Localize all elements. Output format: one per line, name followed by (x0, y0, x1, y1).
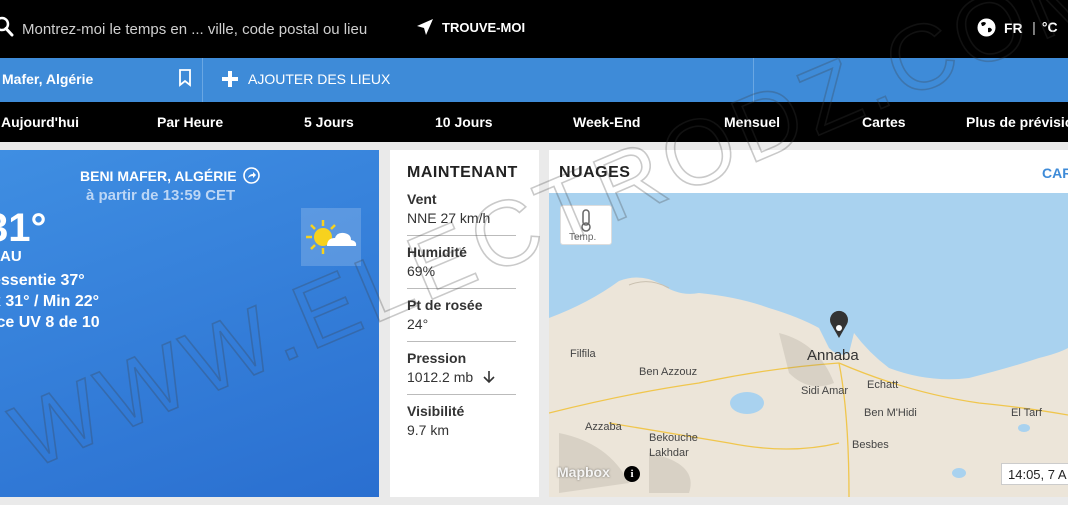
now-wind: Vent NNE 27 km/h (407, 183, 516, 236)
clouds-map-panel: NUAGES CAR Temp. Annaba Filfila Ben Azzo… (549, 150, 1068, 497)
forecast-nav: Aujourd'hui Par Heure 5 Jours 10 Jours W… (0, 102, 1068, 142)
map-label-ben-azzouz: Ben Azzouz (639, 366, 698, 378)
search-input[interactable] (22, 18, 402, 40)
map-label-azzaba: Azzaba (585, 421, 622, 433)
uv-index: ice UV 8 de 10 (0, 314, 100, 331)
current-conditions-card: BENI MAFER, ALGÉRIE à partir de 13:59 CE… (0, 150, 379, 497)
location-bar-divider (753, 58, 754, 102)
map-label-annaba: Annaba (807, 347, 859, 364)
humidity-label: Humidité (407, 244, 467, 260)
visibility-label: Visibilité (407, 403, 465, 419)
pressure-label: Pression (407, 350, 467, 366)
map-label-el-tarf: El Tarf (1011, 407, 1042, 419)
clouds-map[interactable]: Temp. Annaba Filfila Ben Azzouz Sidi Ama… (549, 193, 1068, 497)
now-panel: MAINTENANT Vent NNE 27 km/h Humidité 69%… (390, 150, 539, 497)
maps-link[interactable]: CAR (1042, 165, 1068, 181)
observation-time: à partir de 13:59 CET (86, 187, 236, 204)
map-land (549, 277, 1068, 497)
temp-layer-button[interactable]: Temp. (560, 205, 612, 245)
nav-more-forecasts[interactable]: Plus de prévisio (966, 114, 1068, 130)
pressure-value: 1012.2 mb (407, 369, 495, 385)
locate-button[interactable]: TROUVE-MOI (416, 18, 525, 36)
dew-point-value: 24° (407, 316, 429, 332)
map-label-ben-mhidi: Ben M'Hidi (864, 407, 917, 419)
current-temperature: 31° (0, 206, 47, 250)
globe-icon (977, 18, 996, 37)
location-arrow-icon (417, 19, 433, 35)
locate-label: TROUVE-MOI (442, 19, 526, 35)
now-visibility: Visibilité 9.7 km (407, 395, 516, 448)
mapbox-attribution[interactable]: Mapbox (557, 464, 610, 480)
nav-monthly[interactable]: Mensuel (724, 114, 780, 130)
map-label-filfila: Filfila (570, 348, 596, 360)
language-selector[interactable]: FR (977, 18, 1023, 37)
feels-like: essentie 37° (0, 272, 85, 289)
dew-point-label: Pt de rosée (407, 297, 483, 313)
visibility-value: 9.7 km (407, 422, 450, 438)
map-label-bekouche-lakhdar: Bekouche Lakhdar (649, 432, 698, 459)
thermometer-icon (581, 209, 591, 232)
map-label-echatt: Echatt (867, 379, 899, 391)
current-condition: AU (0, 248, 22, 265)
now-humidity: Humidité 69% (407, 236, 516, 289)
info-icon[interactable]: i (624, 466, 640, 482)
map-label-sidi-amar: Sidi Amar (801, 385, 849, 397)
pressure-value-text: 1012.2 mb (407, 369, 474, 385)
add-locations-label: AJOUTER DES LIEUX (248, 71, 391, 87)
top-bar: TROUVE-MOI FR |°C (0, 0, 1068, 58)
unit-label: °C (1041, 19, 1058, 35)
current-location-tab[interactable]: Mafer, Algérie (0, 58, 203, 102)
nav-5-days[interactable]: 5 Jours (304, 114, 354, 130)
share-arrow-icon (242, 167, 260, 184)
now-pressure: Pression 1012.2 mb (407, 342, 516, 395)
nav-maps[interactable]: Cartes (862, 114, 906, 130)
current-place[interactable]: BENI MAFER, ALGÉRIE (80, 167, 260, 184)
nav-hourly[interactable]: Par Heure (157, 114, 223, 130)
wind-label: Vent (407, 191, 437, 207)
current-location-name: Mafer, Algérie (2, 71, 94, 87)
location-bar: Mafer, Algérie AJOUTER DES LIEUX (0, 58, 1068, 102)
unit-toggle[interactable]: | °C (1032, 19, 1058, 35)
plus-icon (222, 71, 238, 87)
wind-value: NNE 27 km/h (407, 210, 491, 226)
add-locations-button[interactable]: AJOUTER DES LIEUX (222, 71, 390, 87)
now-title: MAINTENANT (407, 164, 518, 181)
clouds-title: NUAGES (559, 164, 631, 181)
humidity-value: 69% (407, 263, 436, 279)
partly-cloudy-icon (301, 208, 361, 266)
temp-layer-label: Temp. (569, 232, 597, 243)
nav-weekend[interactable]: Week-End (573, 114, 640, 130)
bookmark-icon[interactable] (178, 69, 192, 87)
search-icon[interactable] (0, 16, 14, 38)
current-place-name: BENI MAFER, ALGÉRIE (80, 167, 237, 184)
language-label: FR (1004, 19, 1023, 36)
nav-today[interactable]: Aujourd'hui (1, 114, 79, 130)
nav-10-days[interactable]: 10 Jours (435, 114, 493, 130)
now-dew-point: Pt de rosée 24° (407, 289, 516, 342)
min-max: x 31° / Min 22° (0, 293, 100, 310)
map-label-besbes: Besbes (852, 439, 889, 451)
map-timestamp: 14:05, 7 A (1001, 463, 1068, 485)
arrow-down-icon (483, 371, 495, 384)
